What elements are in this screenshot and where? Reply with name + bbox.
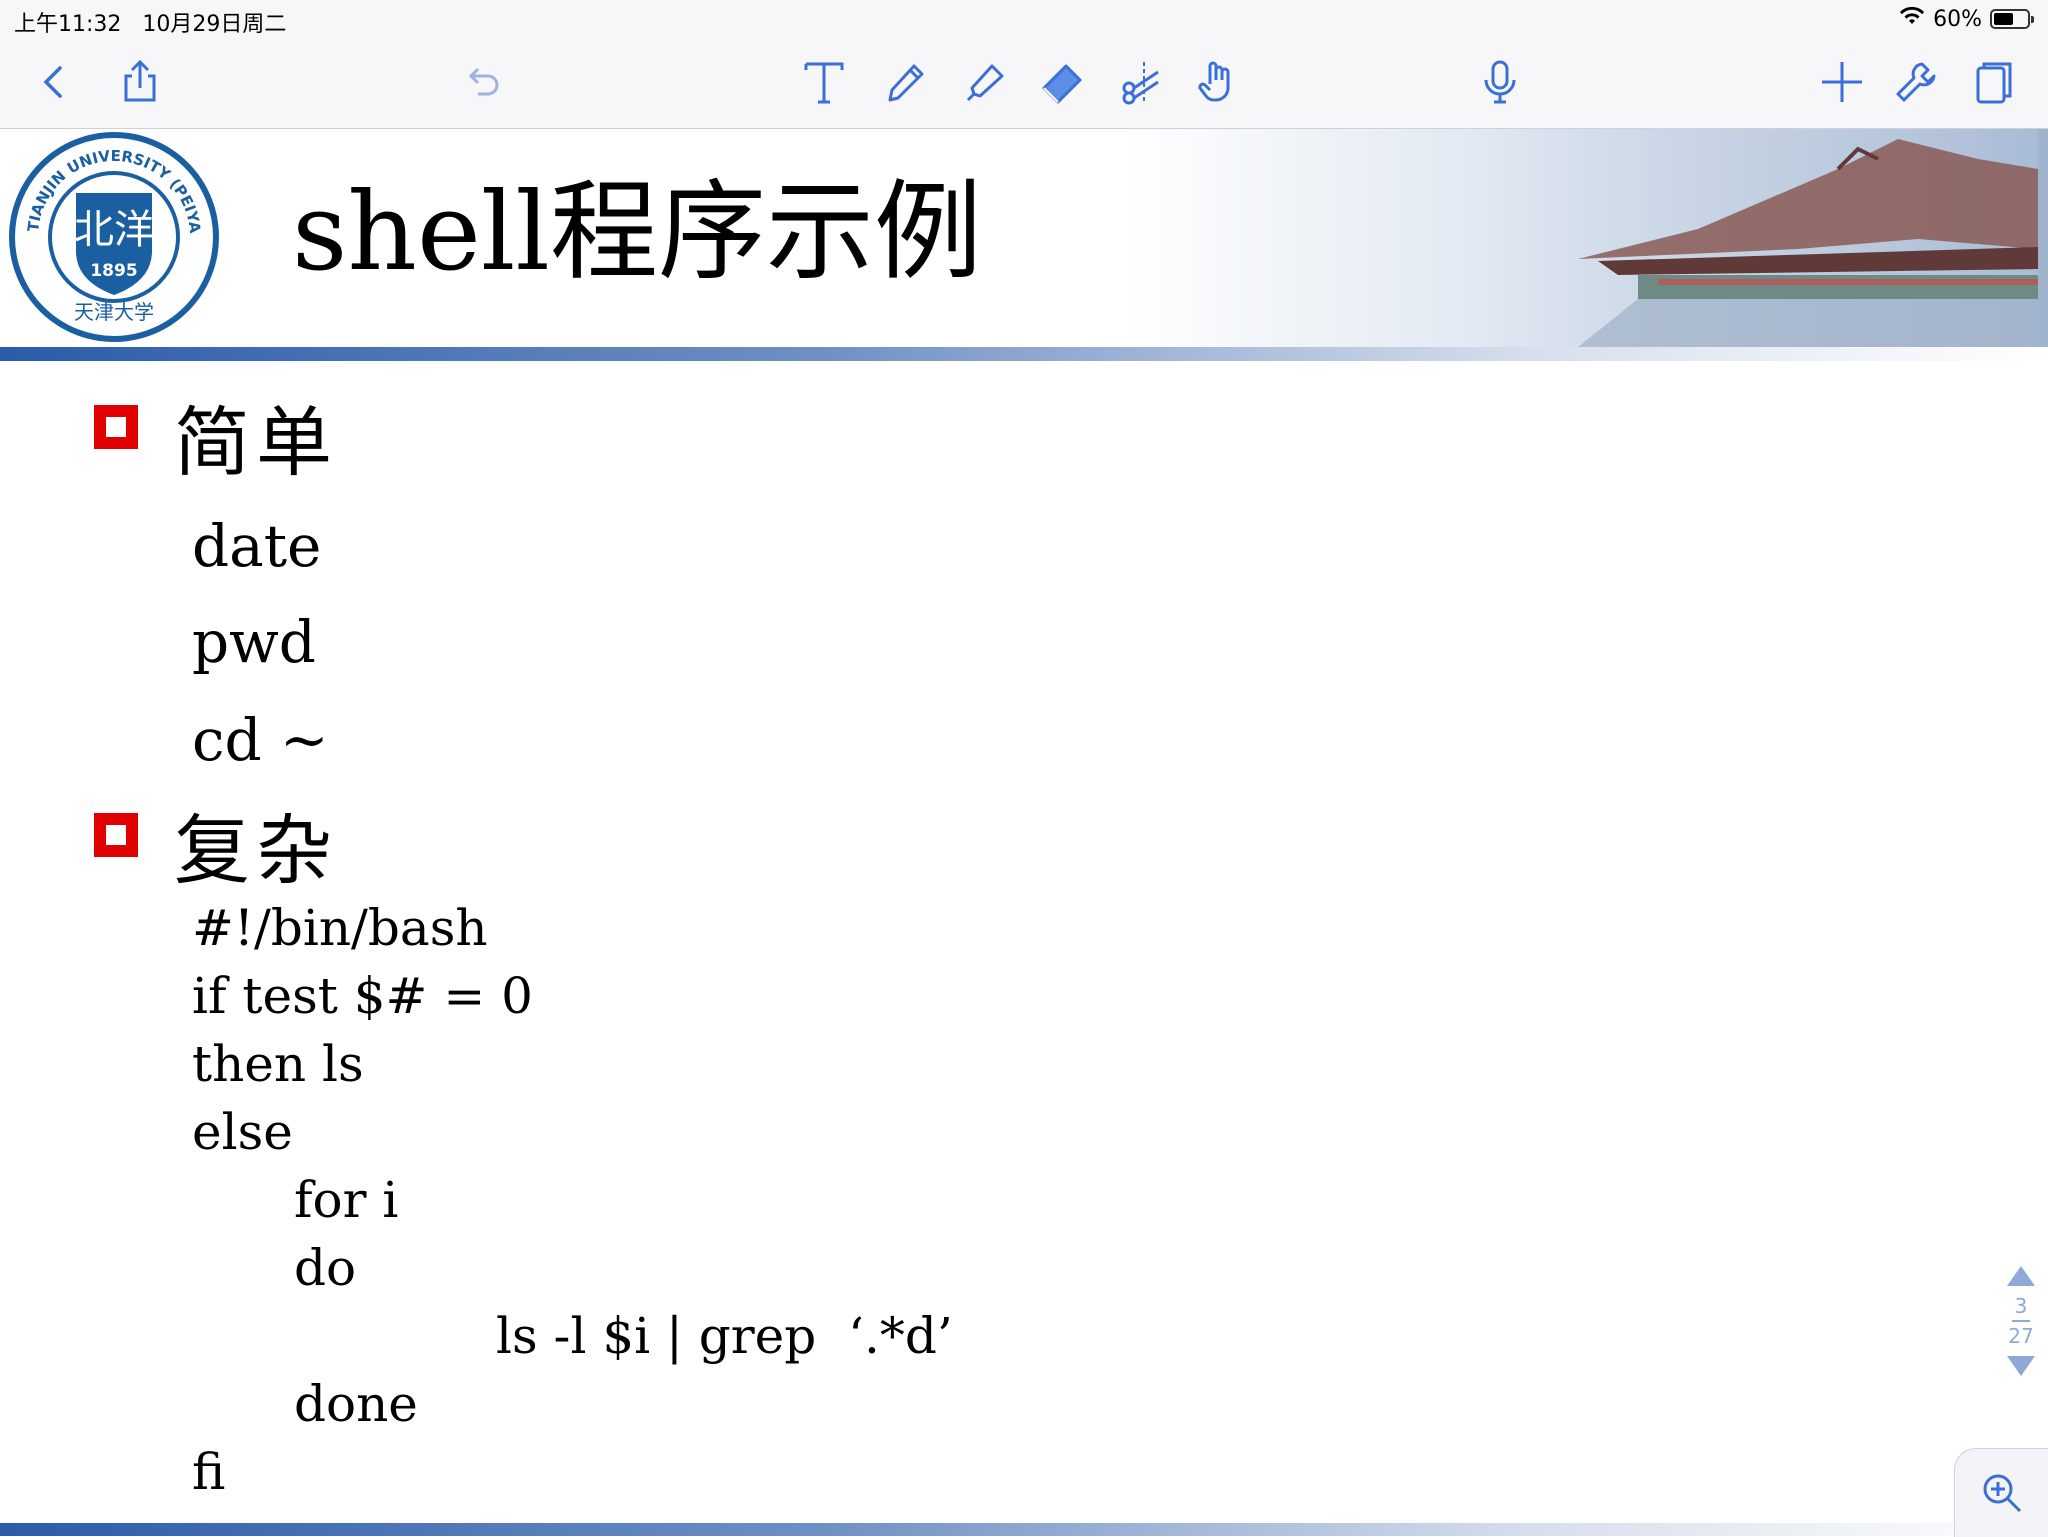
slide-title: shell程序示例 [292,170,982,295]
zoom-button[interactable] [1954,1448,2048,1537]
status-bar: 上午11:32 10月29日周二 60% [0,0,2048,40]
logo-script: 天津大学 [74,300,154,324]
section-heading-complex: 复杂 [174,806,338,895]
page-current: 3 [2014,1294,2028,1318]
status-date: 10月29日周二 [142,12,287,37]
logo-glyph: 北洋 [74,207,154,253]
prev-page-icon[interactable] [2007,1266,2035,1286]
zoom-in-icon [1983,1474,2022,1513]
bullet-square-icon [94,813,138,857]
code-line: fi [192,1443,226,1501]
temple-image [1278,129,2038,347]
add-icon[interactable] [1814,54,1870,110]
battery-icon [1990,9,2034,29]
status-time-date: 上午11:32 10月29日周二 [14,6,286,38]
code-line: date [192,512,322,580]
code-line: pwd [192,608,316,676]
code-line: else [192,1103,293,1161]
battery-nub [2031,16,2034,23]
undo-icon[interactable] [454,54,510,110]
back-icon[interactable] [26,54,82,110]
page-total: 27 [2008,1324,2034,1348]
wifi-icon [1899,6,1925,32]
status-time: 上午11:32 [14,12,122,37]
code-line: do [294,1239,357,1297]
next-page-icon[interactable] [2007,1356,2035,1376]
code-line: #!/bin/bash [192,899,488,957]
page-navigator: 3 27 [1998,1266,2044,1406]
battery-percent: 60% [1933,6,1982,32]
battery-fill [1994,13,2013,25]
pages-icon[interactable] [1966,54,2022,110]
hand-pointer-icon[interactable] [1188,54,1244,110]
header-divider [0,347,2048,361]
share-icon[interactable] [112,54,168,110]
highlighter-tool-icon[interactable] [956,54,1012,110]
bullet-square-icon [94,405,138,449]
wrench-icon[interactable] [1888,54,1944,110]
code-line: done [294,1375,418,1433]
lasso-scissors-icon[interactable] [1114,54,1170,110]
section-heading-simple: 简单 [174,398,338,487]
code-line: cd ~ [192,706,329,774]
pen-tool-icon[interactable] [876,54,932,110]
code-line: ls -l $i | grep ‘.*d’ [496,1307,953,1365]
eraser-tool-icon[interactable] [1034,54,1090,110]
microphone-icon[interactable] [1472,54,1528,110]
slide: TIANJIN UNIVERSITY (PEIYANG UNIVERSITY) … [0,129,2048,1536]
footer-divider [0,1523,2048,1536]
code-line: if test $# = 0 [192,967,533,1025]
text-tool-icon[interactable] [796,54,852,110]
toolbar [0,40,2048,129]
university-logo: TIANJIN UNIVERSITY (PEIYANG UNIVERSITY) … [8,131,219,342]
status-right: 60% [1899,6,2034,32]
logo-year: 1895 [90,261,137,281]
code-line: then ls [192,1035,364,1093]
page-divider [2012,1320,2030,1322]
code-line: for i [294,1171,399,1229]
